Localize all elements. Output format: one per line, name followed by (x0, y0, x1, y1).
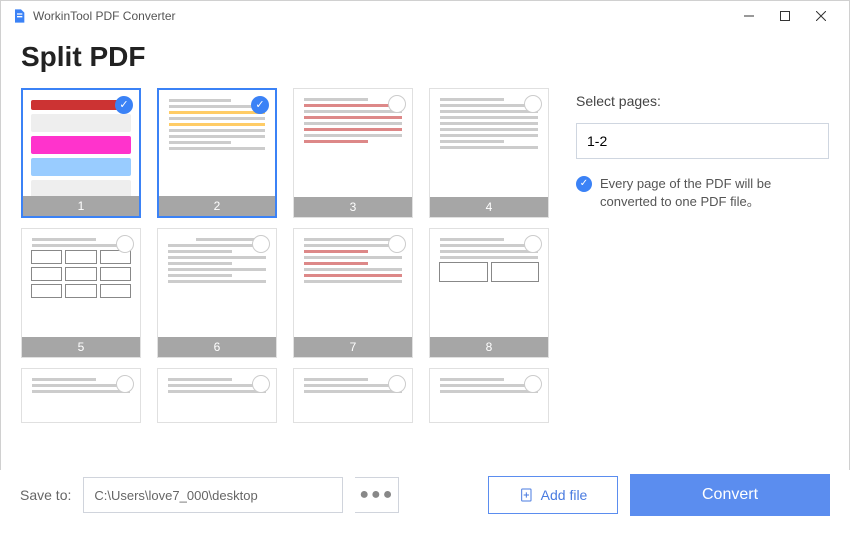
app-logo-icon (11, 8, 27, 24)
convert-button[interactable]: Convert (630, 474, 830, 516)
page-number: 3 (294, 197, 412, 217)
app-title: WorkinTool PDF Converter (33, 9, 176, 23)
check-icon[interactable] (115, 96, 133, 114)
page-number: 1 (23, 196, 139, 216)
page-range-input[interactable] (576, 123, 829, 159)
page-thumb-11[interactable] (293, 368, 413, 423)
page-number: 4 (430, 197, 548, 217)
page-thumb-5[interactable]: 5 (21, 228, 141, 358)
check-icon[interactable] (116, 375, 134, 393)
check-icon[interactable] (116, 235, 134, 253)
close-button[interactable] (803, 1, 839, 31)
page-number: 6 (158, 337, 276, 357)
page-thumb-3[interactable]: 3 (293, 88, 413, 218)
page-number: 8 (430, 337, 548, 357)
add-file-button[interactable]: Add file (488, 476, 618, 514)
info-text: Every page of the PDF will be converted … (600, 175, 829, 211)
info-check-icon: ✓ (576, 176, 592, 192)
check-icon[interactable] (524, 95, 542, 113)
check-icon[interactable] (524, 375, 542, 393)
check-icon[interactable] (388, 95, 406, 113)
saveto-label: Save to: (20, 487, 71, 503)
page-thumb-9[interactable] (21, 368, 141, 423)
footer: Save to: C:\Users\love7_000\desktop ●●● … (0, 470, 850, 540)
page-number: 2 (159, 196, 275, 216)
add-file-label: Add file (541, 487, 588, 503)
page-thumb-7[interactable]: 7 (293, 228, 413, 358)
check-icon[interactable] (252, 375, 270, 393)
page-title: Split PDF (1, 31, 849, 88)
check-icon[interactable] (388, 235, 406, 253)
check-icon[interactable] (252, 235, 270, 253)
minimize-button[interactable] (731, 1, 767, 31)
check-icon[interactable] (251, 96, 269, 114)
page-thumb-1[interactable]: 1 (21, 88, 141, 218)
maximize-button[interactable] (767, 1, 803, 31)
info-row: ✓ Every page of the PDF will be converte… (576, 175, 829, 211)
page-number: 5 (22, 337, 140, 357)
save-path-display[interactable]: C:\Users\love7_000\desktop (83, 477, 343, 513)
check-icon[interactable] (388, 375, 406, 393)
check-icon[interactable] (524, 235, 542, 253)
page-thumb-6[interactable]: 6 (157, 228, 277, 358)
select-pages-label: Select pages: (576, 93, 829, 109)
page-thumb-4[interactable]: 4 (429, 88, 549, 218)
titlebar: WorkinTool PDF Converter (1, 1, 849, 31)
page-thumb-2[interactable]: 2 (157, 88, 277, 218)
browse-button[interactable]: ●●● (355, 477, 399, 513)
page-number: 7 (294, 337, 412, 357)
side-panel: Select pages: ✓ Every page of the PDF wi… (576, 88, 829, 448)
page-thumb-12[interactable] (429, 368, 549, 423)
page-thumb-8[interactable]: 8 (429, 228, 549, 358)
page-thumbnails: 1 2 3 4 5 6 7 (21, 88, 551, 448)
page-thumb-10[interactable] (157, 368, 277, 423)
